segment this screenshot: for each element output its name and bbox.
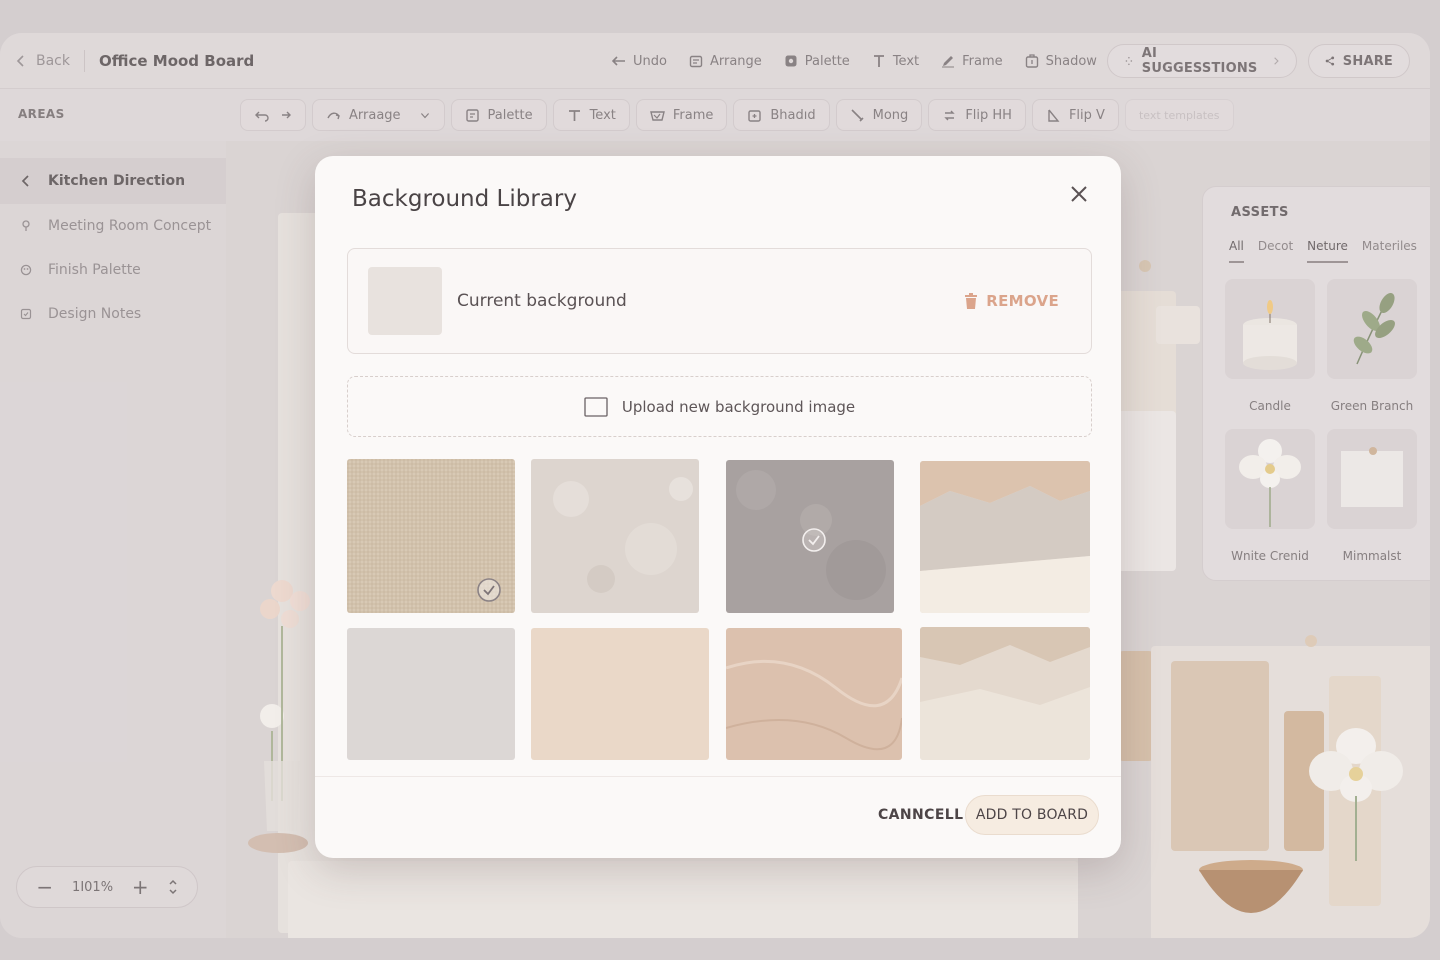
texture-tile-marble[interactable] xyxy=(726,628,902,760)
torn-paper-texture xyxy=(920,461,1090,613)
close-icon[interactable] xyxy=(1067,182,1091,206)
marble-texture xyxy=(726,628,902,760)
image-icon xyxy=(584,396,608,417)
selected-check-icon xyxy=(477,578,501,602)
torn-beige-texture xyxy=(920,627,1090,760)
background-library-dialog: Background Library Current background RE… xyxy=(315,156,1121,858)
selected-check-icon xyxy=(802,528,826,552)
plaster-texture xyxy=(531,459,699,613)
remove-label: REMOVE xyxy=(986,292,1059,310)
texture-tile-torn-beige[interactable] xyxy=(920,627,1090,760)
cancel-button[interactable]: CANNCELL xyxy=(878,807,963,823)
texture-tile-grey-paper[interactable] xyxy=(347,628,515,760)
texture-tile-peach-paper[interactable] xyxy=(531,628,709,760)
current-background-thumbnail xyxy=(368,267,442,335)
upload-dropzone[interactable]: Upload new background image xyxy=(347,376,1092,437)
trash-icon xyxy=(965,293,978,309)
remove-button[interactable]: REMOVE xyxy=(964,292,1059,310)
add-to-board-button[interactable]: ADD TO BOARD xyxy=(965,795,1099,835)
texture-tile-torn-paper[interactable] xyxy=(920,461,1090,613)
texture-tile-plaster[interactable] xyxy=(531,459,699,613)
current-background-label: Current background xyxy=(457,291,627,311)
dialog-footer-divider xyxy=(315,776,1121,777)
dialog-title: Background Library xyxy=(352,186,577,212)
current-background-row: Current background REMOVE xyxy=(347,248,1092,354)
upload-label: Upload new background image xyxy=(621,397,856,416)
